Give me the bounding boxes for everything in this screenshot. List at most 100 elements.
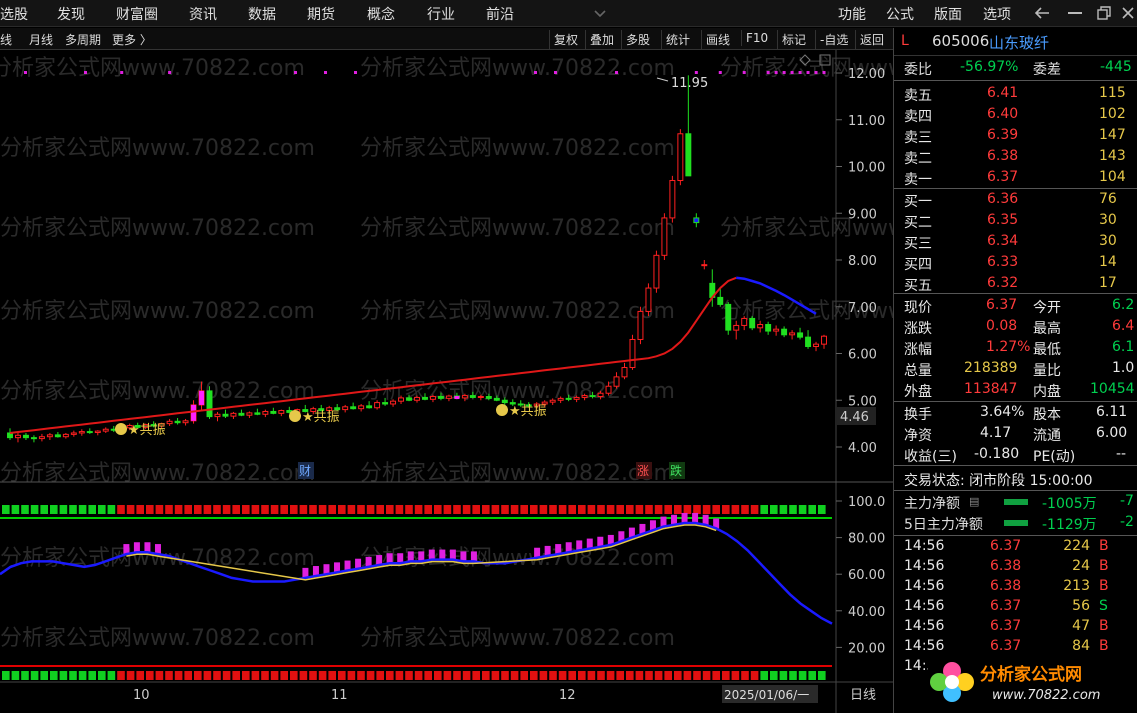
candle: [7, 428, 13, 440]
restore-icon[interactable]: [1097, 6, 1111, 20]
stat-row[interactable]: 涨跌 0.08 最高 6.4: [894, 316, 1137, 337]
mark-button[interactable]: 标记: [777, 30, 810, 49]
stat-row[interactable]: 涨幅 1.27% 最低 6.1: [894, 337, 1137, 358]
tick-row[interactable]: 14:56 6.37 47 B: [894, 616, 1137, 637]
watermark-text: 分析家公式网www.70822.com: [360, 216, 675, 241]
back-button[interactable]: 返回: [855, 30, 888, 49]
stat-row[interactable]: 现价 6.37 今开 6.2: [894, 295, 1137, 316]
band-square: [501, 671, 509, 680]
minimize-icon[interactable]: [1068, 12, 1082, 15]
bid-price: 6.35: [987, 212, 1019, 228]
overlay-button[interactable]: 叠加: [585, 30, 618, 49]
table-icon[interactable]: ▤: [969, 495, 979, 508]
close-icon[interactable]: [1121, 6, 1135, 20]
band-square: [702, 505, 711, 514]
candle: [174, 418, 181, 425]
ask-row[interactable]: 卖四 6.40 102: [894, 104, 1137, 125]
menu-item-banmian[interactable]: 版面: [934, 4, 962, 24]
tick-time: 14:56: [904, 538, 945, 554]
bid-row[interactable]: 买五 6.32 17: [894, 273, 1137, 294]
signal-dot: [354, 71, 357, 74]
candle: [222, 409, 229, 419]
stat-row[interactable]: 外盘 113847 内盘 10454: [894, 379, 1137, 400]
tick-row[interactable]: 14:56 6.37 224 B: [894, 536, 1137, 557]
tick-row[interactable]: 14:56 6.38 24 B: [894, 556, 1137, 577]
bid-price: 6.32: [987, 275, 1019, 291]
band-square: [693, 671, 701, 680]
band-square: [280, 671, 288, 680]
current-price-tag: 4.46: [840, 410, 869, 425]
stat-row[interactable]: 总量 218389 量比 1.0: [894, 358, 1137, 379]
ask-volume: 104: [1099, 169, 1126, 185]
band-square: [683, 671, 692, 680]
ask-row[interactable]: 卖二 6.38 143: [894, 146, 1137, 167]
band-square: [462, 671, 471, 680]
chevron-down-icon[interactable]: [594, 10, 606, 18]
candle: [621, 362, 628, 380]
menu-item-gongshi[interactable]: 公式: [886, 4, 914, 24]
tick-row[interactable]: 14:56 6.38 213 B: [894, 576, 1137, 597]
signal-label: ★共振: [509, 404, 547, 419]
band-square: [386, 505, 394, 514]
statistics-button[interactable]: 统计: [661, 30, 694, 49]
band-square: [117, 671, 125, 680]
menu-item-qianyan[interactable]: 前沿: [486, 4, 514, 24]
menu-item-xuanxiang[interactable]: 选项: [983, 4, 1011, 24]
back-arrow-icon[interactable]: [1034, 6, 1050, 20]
menu-item-hangye[interactable]: 行业: [427, 4, 455, 24]
money-bag-icon: [289, 410, 301, 422]
menu-item-shuju[interactable]: 数据: [248, 4, 276, 24]
bid-row[interactable]: 买一 6.36 76: [894, 189, 1137, 210]
signal-1: ★共振: [115, 423, 166, 438]
ask-row[interactable]: 卖三 6.39 147: [894, 125, 1137, 146]
band-square: [395, 671, 404, 680]
candle: [645, 283, 652, 317]
stat-label: 最高: [1033, 321, 1061, 337]
stat-value: 6.4: [1112, 318, 1135, 334]
band-square: [117, 505, 125, 514]
tick-row[interactable]: 14:56 6.37 56 S: [894, 596, 1137, 617]
bid-row[interactable]: 买二 6.35 30: [894, 210, 1137, 231]
band-square: [664, 505, 672, 514]
period-tab-month[interactable]: 月线: [29, 31, 53, 48]
kline-chart[interactable]: 分析家公式网www.70822.com 分析家公式网www.70822.com …: [0, 50, 893, 713]
fund-row[interactable]: 换手 3.64% 股本 6.11: [894, 402, 1137, 423]
watermark-text: 分析家公式网www.70822.com: [0, 626, 315, 651]
fund-value: --: [1116, 446, 1127, 462]
multi-stock-button[interactable]: 多股: [621, 30, 654, 49]
tick-row[interactable]: 14:56 6.37 84 B: [894, 636, 1137, 657]
f10-button[interactable]: F10: [741, 30, 772, 46]
menu-item-gongneng[interactable]: 功能: [838, 4, 866, 24]
osc-bar: [133, 542, 140, 553]
menu-item-gainian[interactable]: 概念: [367, 4, 395, 24]
period-tab-line[interactable]: 线: [0, 31, 12, 48]
period-label[interactable]: 日线: [850, 688, 876, 703]
ask-row[interactable]: 卖五 6.41 115: [894, 83, 1137, 104]
menu-item-caifuquan[interactable]: 财富圈: [116, 4, 158, 24]
band-square: [443, 671, 452, 680]
period-tab-more[interactable]: 更多 〉: [112, 31, 152, 48]
main-flow-label: 主力净额: [904, 496, 960, 512]
stock-name[interactable]: 山东玻纤: [989, 32, 1049, 53]
tick-volume: 24: [1072, 558, 1090, 574]
menu-item-xuangu[interactable]: 选股: [0, 4, 28, 24]
fund-row[interactable]: 净资 4.17 流通 6.00: [894, 423, 1137, 444]
period-tab-multi[interactable]: 多周期: [65, 31, 101, 48]
bid-row[interactable]: 买三 6.34 30: [894, 231, 1137, 252]
fuquan-button[interactable]: 复权: [549, 30, 582, 49]
band-square: [578, 671, 586, 680]
bid-row[interactable]: 买四 6.33 14: [894, 252, 1137, 273]
tick-price: 6.38: [990, 578, 1022, 594]
band-square: [693, 505, 701, 514]
menu-item-faxian[interactable]: 发现: [57, 4, 85, 24]
band-square: [798, 671, 807, 680]
candle: [669, 175, 676, 223]
menu-item-zixun[interactable]: 资讯: [189, 4, 217, 24]
fund-row[interactable]: 收益(三) -0.180 PE(动) --: [894, 444, 1137, 465]
menu-item-qihuo[interactable]: 期货: [307, 4, 335, 24]
draw-line-button[interactable]: 画线: [701, 30, 734, 49]
candle: [14, 432, 21, 443]
remove-watchlist-button[interactable]: -自选: [815, 30, 852, 49]
band-square: [338, 671, 346, 680]
ask-row[interactable]: 卖一 6.37 104: [894, 167, 1137, 188]
